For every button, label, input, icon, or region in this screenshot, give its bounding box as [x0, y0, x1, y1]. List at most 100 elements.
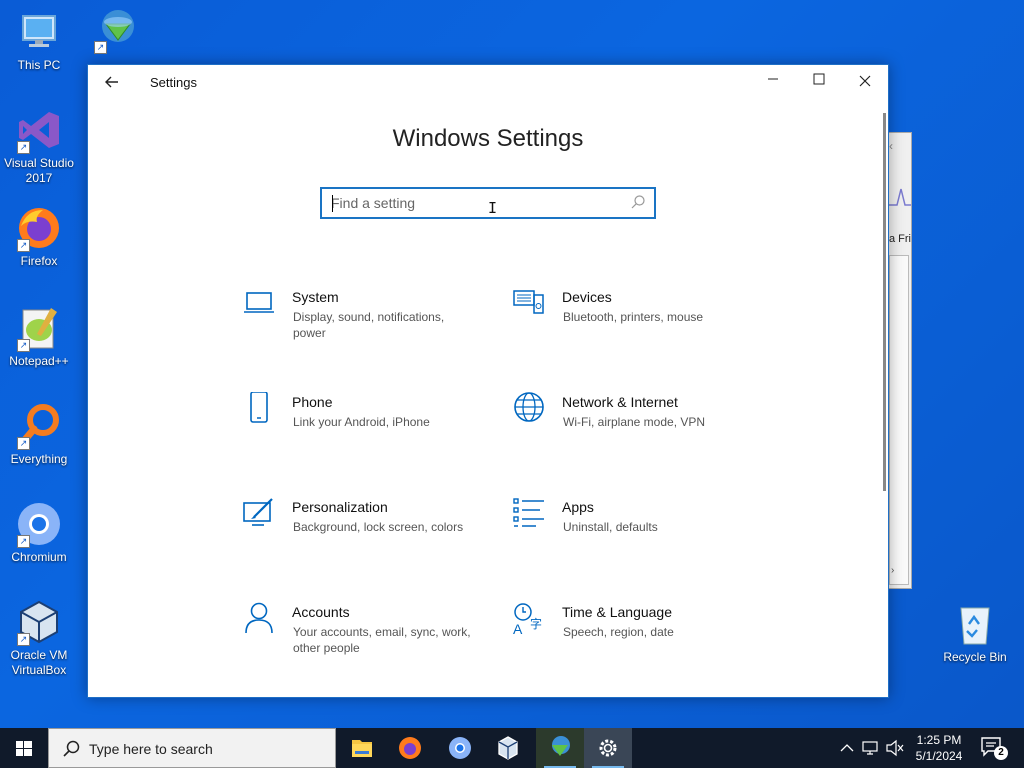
tile-name: Time & Language: [562, 604, 672, 620]
tile-network[interactable]: Network & Internet Wi-Fi, airplane mode,…: [512, 392, 742, 462]
shortcut-arrow-icon: ↗: [94, 41, 107, 54]
desktop-icon-label: Recycle Bin: [943, 650, 1007, 664]
volume-muted-icon[interactable]: [884, 728, 906, 768]
desktop-icon-idm[interactable]: ↗: [78, 6, 154, 56]
desktop-icon-label: This PC: [17, 58, 61, 72]
network-tray-icon[interactable]: [860, 728, 882, 768]
taskbar: Type here to search 1:25 PM 5/1/2024 2: [0, 728, 1024, 768]
tile-time-language[interactable]: A 字 Time & Language Speech, region, date: [512, 602, 742, 672]
desktop-icon-visual-studio[interactable]: ↗ Visual Studio 2017: [1, 106, 77, 186]
minimize-button[interactable]: [750, 65, 796, 97]
search-icon: [63, 740, 80, 757]
minimize-icon: [768, 78, 778, 80]
tile-name: Network & Internet: [562, 394, 678, 410]
chromium-icon: [449, 737, 471, 759]
text-caret: [332, 195, 333, 212]
find-setting-input[interactable]: [331, 189, 621, 217]
desktop-icon-label: Notepad++: [9, 354, 69, 368]
recycle-bin-icon: [951, 600, 999, 648]
back-arrow-icon: [105, 76, 118, 88]
bg-window-chevron-icon: ‹: [889, 139, 893, 153]
desktop-icon-chromium[interactable]: ↗ Chromium: [1, 500, 77, 565]
taskbar-app-idm[interactable]: [536, 728, 584, 768]
tray-chevron-up-icon[interactable]: [838, 728, 856, 768]
tile-apps[interactable]: Apps Uninstall, defaults: [512, 497, 742, 567]
virtualbox-icon: ↗: [15, 598, 63, 646]
chromium-icon: ↗: [15, 500, 63, 548]
taskbar-search-placeholder: Type here to search: [89, 741, 213, 757]
tile-description: Bluetooth, printers, mouse: [563, 310, 704, 324]
desktop-icon-label: Firefox: [20, 254, 58, 268]
tile-personalization[interactable]: Personalization Background, lock screen,…: [242, 497, 472, 567]
internet-download-manager-icon: ↗: [92, 6, 140, 54]
clock-date: 5/1/2024: [915, 749, 963, 763]
action-center-button[interactable]: 2: [980, 736, 1008, 760]
start-button[interactable]: [0, 728, 48, 768]
tile-description: Uninstall, defaults: [563, 520, 658, 534]
tile-description: Wi-Fi, airplane mode, VPN: [563, 415, 706, 429]
desktop-icon-notepadpp[interactable]: ↗ Notepad++: [1, 304, 77, 369]
tile-description: Your accounts, email, sync, work, other …: [293, 625, 471, 655]
window-title: Settings: [150, 75, 197, 90]
tile-devices[interactable]: Devices Bluetooth, printers, mouse: [512, 287, 742, 357]
title-bar: Settings: [88, 65, 888, 99]
shortcut-arrow-icon: ↗: [17, 633, 30, 646]
shortcut-arrow-icon: ↗: [17, 437, 30, 450]
tile-name: Accounts: [292, 604, 350, 620]
gear-icon: [599, 739, 617, 757]
scrollbar[interactable]: [883, 113, 886, 491]
time-language-icon: A 字: [513, 603, 542, 636]
notification-count-badge: 2: [994, 746, 1008, 760]
desktop-icon-recycle-bin[interactable]: Recycle Bin: [937, 600, 1013, 665]
tile-name: System: [292, 289, 339, 305]
taskbar-app-settings[interactable]: [584, 728, 632, 768]
tile-phone[interactable]: Phone Link your Android, iPhone: [242, 392, 472, 462]
maximize-button[interactable]: [796, 65, 842, 97]
taskbar-app-firefox[interactable]: [386, 728, 434, 768]
tile-name: Apps: [562, 499, 594, 515]
shortcut-arrow-icon: ↗: [17, 535, 30, 548]
desktop-icon-everything[interactable]: ↗ Everything: [1, 402, 77, 467]
apps-list-icon: [513, 498, 544, 527]
system-clock[interactable]: 1:25 PM 5/1/2024: [910, 732, 968, 764]
firefox-icon: [399, 737, 421, 759]
desktop-icon-virtualbox[interactable]: ↗ Oracle VM VirtualBox: [1, 598, 77, 678]
bg-window-panel: [889, 255, 909, 585]
page-title: Windows Settings: [392, 125, 584, 152]
tile-description: Background, lock screen, colors: [293, 520, 464, 534]
back-button[interactable]: [100, 71, 124, 93]
devices-icon: [513, 290, 544, 314]
taskbar-app-file-explorer[interactable]: [338, 728, 386, 768]
taskbar-app-virtualbox[interactable]: [484, 728, 532, 768]
internet-download-manager-icon: [552, 736, 570, 756]
tile-name: Devices: [562, 289, 612, 305]
folder-icon: [352, 740, 372, 757]
mouse-cursor-ibeam: I: [488, 199, 498, 217]
svg-text:A: A: [513, 621, 523, 636]
everything-icon: ↗: [15, 402, 63, 450]
background-window[interactable]: ‹ a Fri ›: [886, 132, 912, 589]
notepadpp-icon: ↗: [15, 304, 63, 352]
tile-accounts[interactable]: Accounts Your accounts, email, sync, wor…: [242, 602, 472, 672]
taskbar-search-box[interactable]: Type here to search: [48, 728, 336, 768]
shortcut-arrow-icon: ↗: [17, 339, 30, 352]
close-icon: [859, 75, 871, 87]
desktop-icon-firefox[interactable]: ↗ Firefox: [1, 204, 77, 269]
shortcut-arrow-icon: ↗: [17, 141, 30, 154]
taskbar-app-chromium[interactable]: [436, 728, 484, 768]
tile-description: Speech, region, date: [563, 625, 674, 639]
person-icon: [245, 602, 273, 634]
desktop-icon-label: Oracle VM VirtualBox: [10, 648, 68, 677]
bg-window-scroll-right-icon[interactable]: ›: [891, 565, 894, 576]
settings-window: Settings Windows Settings I System Displ…: [87, 64, 889, 698]
phone-icon: [250, 392, 268, 423]
tile-name: Phone: [292, 394, 333, 410]
tile-system[interactable]: System Display, sound, notifications, po…: [242, 287, 472, 357]
desktop-icon-this-pc[interactable]: This PC: [1, 8, 77, 73]
virtualbox-icon: [498, 736, 518, 760]
personalization-icon: [243, 498, 273, 526]
close-button[interactable]: [842, 65, 888, 97]
bg-window-graph-icon: [887, 188, 911, 206]
globe-icon: [514, 392, 544, 422]
bg-window-text: a Fri: [889, 233, 911, 245]
